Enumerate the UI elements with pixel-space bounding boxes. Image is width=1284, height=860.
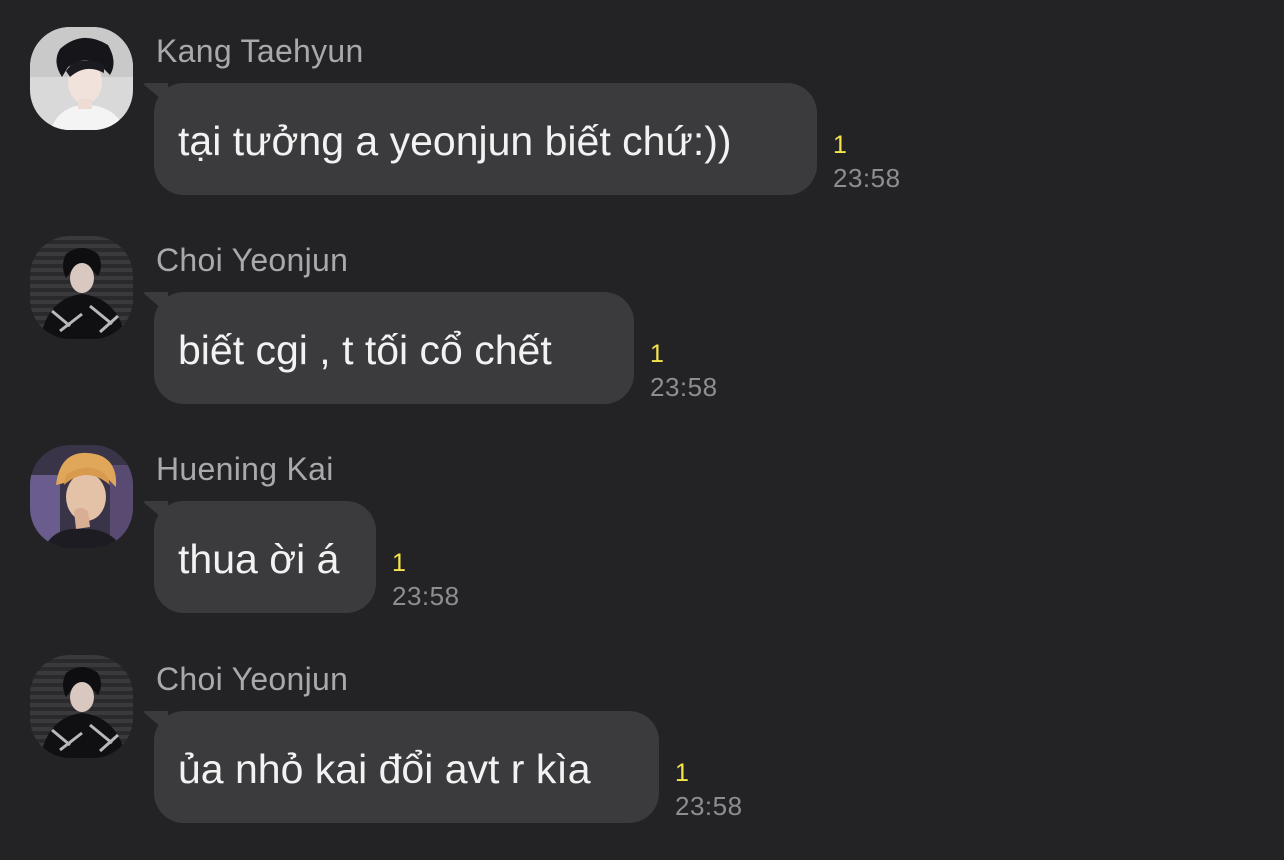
profile-photo-avatar-icon (30, 236, 133, 339)
sender-name: Choi Yeonjun (156, 242, 349, 278)
message-timestamp: 23:58 (392, 581, 460, 611)
profile-photo-avatar-icon (30, 655, 133, 758)
chat-message: Huening Kai thua ời á 1 23:58 (0, 445, 1284, 655)
message-bubble[interactable]: tại tưởng a yeonjun biết chứ:)) (142, 83, 817, 195)
unread-count: 1 (675, 759, 689, 787)
message-bubble[interactable]: thua ời á (142, 501, 376, 613)
chat-message: Choi Yeonjun biết cgi , t tối cổ chết 1 … (0, 236, 1284, 446)
profile-photo-avatar-icon (30, 445, 133, 548)
message-text: thua ời á (178, 535, 340, 582)
bubble-tail (142, 501, 168, 523)
avatar-kang-taehyun[interactable] (30, 27, 133, 130)
bubble-tail (142, 83, 168, 105)
message-timestamp: 23:58 (675, 791, 743, 821)
avatar-choi-yeonjun[interactable] (30, 236, 133, 339)
bubble-tail (142, 711, 168, 733)
message-text: tại tưởng a yeonjun biết chứ:)) (178, 117, 732, 164)
sender-name: Choi Yeonjun (156, 661, 349, 697)
message-text: ủa nhỏ kai đổi avt r kìa (178, 745, 591, 792)
message-meta: 1 23:58 (650, 340, 718, 404)
bubble-tail (142, 292, 168, 314)
unread-count: 1 (833, 131, 847, 159)
message-meta: 1 23:58 (392, 549, 460, 613)
chat-message-list[interactable]: Kang Taehyun tại tưởng a yeonjun biết ch… (0, 0, 1284, 860)
unread-count: 1 (650, 340, 664, 368)
profile-photo-avatar-icon (30, 27, 133, 130)
sender-name: Huening Kai (156, 451, 334, 487)
avatar-choi-yeonjun[interactable] (30, 655, 133, 758)
chat-message: Choi Yeonjun ủa nhỏ kai đổi avt r kìa 1 … (0, 655, 1284, 860)
sender-name: Kang Taehyun (156, 33, 364, 69)
message-bubble[interactable]: biết cgi , t tối cổ chết (142, 292, 634, 404)
message-timestamp: 23:58 (833, 163, 901, 193)
unread-count: 1 (392, 549, 406, 577)
message-timestamp: 23:58 (650, 372, 718, 402)
message-text: biết cgi , t tối cổ chết (178, 326, 552, 373)
message-bubble[interactable]: ủa nhỏ kai đổi avt r kìa (142, 711, 659, 823)
chat-message: Kang Taehyun tại tưởng a yeonjun biết ch… (0, 27, 1284, 237)
message-meta: 1 23:58 (675, 759, 743, 823)
message-meta: 1 23:58 (833, 131, 901, 195)
avatar-huening-kai[interactable] (30, 445, 133, 548)
